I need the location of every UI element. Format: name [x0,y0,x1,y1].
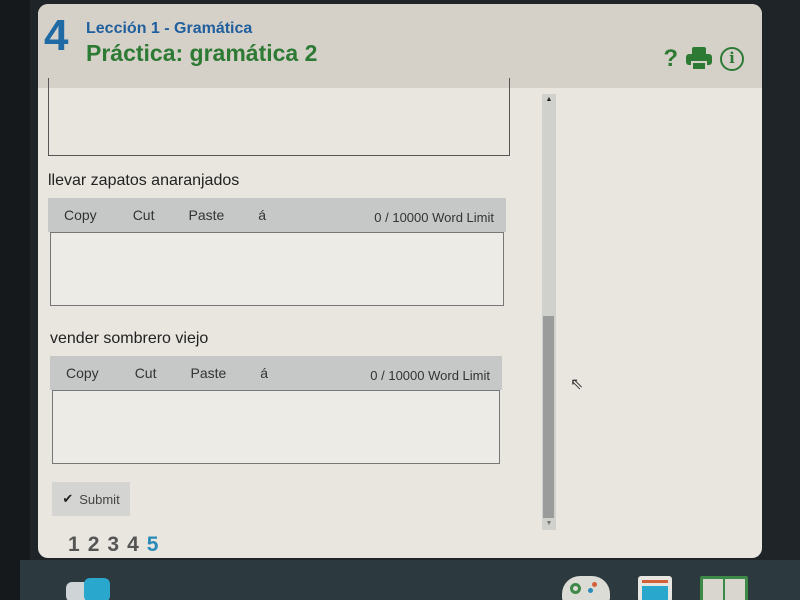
book-app-icon[interactable] [700,576,748,600]
answer-editor: Copy Cut Paste á 0 / 10000 Word Limit [48,198,506,306]
scroll-down-arrow-icon[interactable]: ▼ [542,518,556,530]
answer-editor: Copy Cut Paste á 0 / 10000 Word Limit [50,356,502,464]
submit-label: Submit [79,491,120,507]
page-link[interactable]: 1 [68,533,80,557]
page-title: Práctica: gramática 2 [86,40,318,66]
scroll-up-arrow-icon[interactable]: ▲ [542,94,556,106]
desktop-edge [0,0,30,600]
header: 4 Lección 1 - Gramática Práctica: gramát… [38,4,762,88]
content-area: llevar zapatos anaranjados Copy Cut Past… [38,78,562,558]
page-link-current[interactable]: 5 [147,533,159,557]
vertical-scrollbar[interactable]: ▲ ▼ [542,94,556,530]
word-count: 0 / 10000 Word Limit [374,210,494,225]
page-link[interactable]: 2 [88,533,100,557]
app-window: 4 Lección 1 - Gramática Práctica: gramát… [38,4,762,558]
check-icon: ✔ [62,491,74,506]
question-prompt: llevar zapatos anaranjados [48,172,240,189]
answer-textarea[interactable] [52,390,500,464]
print-icon[interactable] [686,47,712,71]
scrollbar-thumb[interactable] [543,316,554,518]
submit-button[interactable]: ✔ Submit [52,482,130,516]
mouse-cursor-icon: ⇖ [570,376,584,393]
page-link[interactable]: 4 [127,533,139,557]
copy-button[interactable]: Copy [66,365,99,381]
unit-number: 4 [44,11,69,60]
toggle-app-icon[interactable] [66,576,112,600]
paste-button[interactable]: Paste [190,365,226,381]
paste-button[interactable]: Paste [188,207,224,223]
word-count: 0 / 10000 Word Limit [370,368,490,383]
accent-button[interactable]: á [260,365,268,381]
cut-button[interactable]: Cut [135,365,157,381]
desktop-taskbar [20,560,800,600]
editor-toolbar: Copy Cut Paste á 0 / 10000 Word Limit [50,356,502,390]
accent-button[interactable]: á [258,207,266,223]
info-icon[interactable]: i [720,47,744,71]
lesson-subtitle: Lección 1 - Gramática [86,20,253,37]
previous-answer-textarea[interactable] [48,78,510,156]
tablet-app-icon[interactable] [638,576,672,600]
help-icon[interactable]: ? [663,46,678,72]
game-controller-icon[interactable] [562,576,610,600]
cut-button[interactable]: Cut [133,207,155,223]
copy-button[interactable]: Copy [64,207,97,223]
header-icons: ? i [663,46,744,72]
editor-toolbar: Copy Cut Paste á 0 / 10000 Word Limit [48,198,506,232]
pagination: 1 2 3 4 5 [68,533,158,557]
answer-textarea[interactable] [50,232,504,306]
page-link[interactable]: 3 [107,533,119,557]
question-prompt: vender sombrero viejo [50,330,209,347]
